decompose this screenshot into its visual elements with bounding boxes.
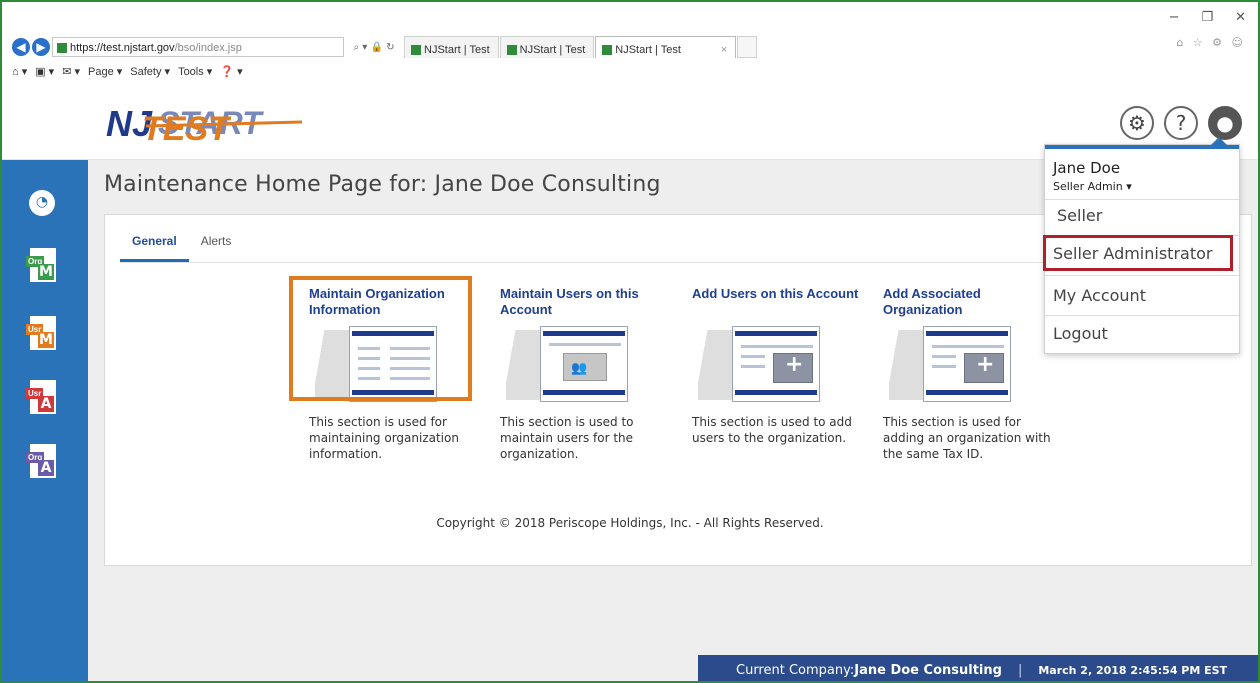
org-maintain-icon[interactable]: Org M [26, 248, 56, 282]
user-profile-icon[interactable]: ● [1208, 106, 1242, 140]
minimize-button[interactable]: − [1169, 10, 1180, 25]
tab-general[interactable]: General [120, 228, 189, 262]
left-sidebar: ◔ Org M Usr M Usr A Org A [2, 94, 88, 681]
page-title: Maintenance Home Page for: Jane Doe Cons… [104, 172, 661, 197]
menu-item-seller[interactable]: Seller [1057, 206, 1102, 225]
address-controls[interactable]: ⌕ ▾ 🔒 ↻ [344, 42, 404, 53]
add-associated-organization-link[interactable]: Add Associated Organization [883, 286, 1063, 320]
url-host: https://test.njstart.gov [70, 42, 175, 54]
current-company-label: Current Company: [736, 662, 855, 678]
tab-close-icon[interactable]: × [721, 44, 727, 56]
favorites-icons[interactable]: ⌂ ☆ ⚙ ☺ [1176, 36, 1246, 49]
browser-tab-active[interactable]: NJStart | Test × [595, 36, 737, 58]
logo-test-overlay: TEST [142, 110, 232, 148]
status-separator: | [1017, 662, 1023, 678]
address-row: ◀ ▶ https://test.njstart.gov /bso/index.… [12, 36, 758, 58]
maintain-letter: M [38, 264, 54, 280]
add-letter: A [38, 460, 54, 476]
current-company-name: Jane Doe Consulting [854, 662, 1002, 678]
browser-tab[interactable]: NJStart | Test [404, 36, 499, 58]
address-bar[interactable]: https://test.njstart.gov /bso/index.jsp [52, 37, 344, 57]
menu-item-my-account[interactable]: My Account [1053, 286, 1146, 305]
home-icon[interactable]: ⌂ ▾ [12, 65, 27, 78]
njstart-logo[interactable]: NJ START TEST [106, 98, 306, 148]
tile-description: This section is used for adding an organ… [883, 415, 1051, 461]
add-users-link[interactable]: Add Users on this Account [692, 286, 872, 320]
tab-favicon-icon [506, 44, 517, 55]
user-role-selector[interactable]: Seller Admin ▾ [1053, 180, 1132, 193]
dropdown-accent-bar [1045, 145, 1239, 149]
browser-tab[interactable]: NJStart | Test [499, 36, 595, 58]
copyright-text: Copyright © 2018 Periscope Holdings, Inc… [436, 516, 824, 530]
tab-favicon-icon [602, 44, 613, 55]
help-menu-icon[interactable]: ❓ ▾ [220, 65, 242, 78]
highlight-maintain-organization [289, 276, 472, 401]
status-datetime: March 2, 2018 2:45:54 PM EST [1038, 663, 1228, 677]
tile-add-associated-organization: Add Associated Organization + This secti… [883, 286, 1063, 462]
site-favicon-icon [57, 43, 67, 53]
help-question-icon[interactable]: ? [1164, 106, 1198, 140]
user-add-icon[interactable]: Usr A [26, 380, 56, 414]
plus-icon: + [976, 352, 995, 377]
users-doc-illustration[interactable]: 👥 [500, 326, 640, 404]
feeds-icon[interactable]: ▣ ▾ [35, 65, 54, 78]
menu-page[interactable]: Page ▾ [88, 65, 122, 78]
browser-chrome: − ❐ ✕ ◀ ▶ https://test.njstart.gov /bso/… [2, 2, 1258, 94]
tile-add-users: Add Users on this Account + This section… [692, 286, 872, 446]
tab-alerts[interactable]: Alerts [189, 228, 244, 262]
menu-item-logout[interactable]: Logout [1053, 324, 1108, 343]
tile-description: This section is used to maintain users f… [500, 415, 634, 461]
restore-button[interactable]: ❐ [1201, 10, 1213, 25]
browser-tab-label: NJStart | Test [519, 43, 586, 56]
command-bar: ⌂ ▾ ▣ ▾ ✉ ▾ Page ▾ Safety ▾ Tools ▾ ❓ ▾ [12, 62, 251, 80]
user-maintain-icon[interactable]: Usr M [26, 316, 56, 350]
plus-icon: + [785, 352, 804, 377]
menu-divider [1045, 275, 1239, 276]
header-icon-group: ⚙ ? ● [1120, 106, 1242, 140]
maintain-letter: M [38, 332, 54, 348]
tile-description: This section is used for maintaining org… [309, 415, 459, 461]
add-letter: A [38, 396, 54, 412]
browser-tab-label: NJStart | Test [615, 43, 681, 56]
browser-tab-label: NJStart | Test [424, 43, 490, 56]
tile-maintain-users: Maintain Users on this Account 👥 This se… [500, 286, 680, 462]
back-button[interactable]: ◀ [12, 38, 30, 56]
status-bar: Current Company: Jane Doe Consulting | M… [698, 655, 1258, 681]
add-organization-doc-illustration[interactable]: + [883, 326, 1023, 404]
menu-safety[interactable]: Safety ▾ [130, 65, 170, 78]
menu-tools[interactable]: Tools ▾ [178, 65, 212, 78]
url-path: /bso/index.jsp [174, 42, 242, 54]
close-window-button[interactable]: ✕ [1235, 10, 1246, 25]
mail-icon[interactable]: ✉ ▾ [62, 65, 80, 78]
users-group-icon: 👥 [571, 361, 588, 376]
user-name: Jane Doe [1053, 159, 1121, 177]
tile-description: This section is used to add users to the… [692, 415, 852, 445]
maintain-users-link[interactable]: Maintain Users on this Account [500, 286, 680, 320]
dropdown-caret-icon [1211, 137, 1227, 145]
new-tab-button[interactable] [737, 36, 758, 58]
content-tabs: General Alerts [120, 228, 243, 262]
menu-divider [1045, 315, 1239, 316]
screenshot-frame: − ❐ ✕ ◀ ▶ https://test.njstart.gov /bso/… [0, 0, 1260, 683]
settings-gear-icon[interactable]: ⚙ [1120, 106, 1154, 140]
highlight-seller-administrator [1043, 235, 1233, 271]
tab-favicon-icon [411, 44, 421, 55]
forward-button[interactable]: ▶ [32, 38, 50, 56]
add-users-doc-illustration[interactable]: + [692, 326, 832, 404]
menu-divider [1045, 199, 1239, 200]
org-add-icon[interactable]: Org A [26, 444, 56, 478]
dashboard-icon[interactable]: ◔ [29, 190, 55, 216]
window-controls: − ❐ ✕ [1169, 10, 1246, 25]
